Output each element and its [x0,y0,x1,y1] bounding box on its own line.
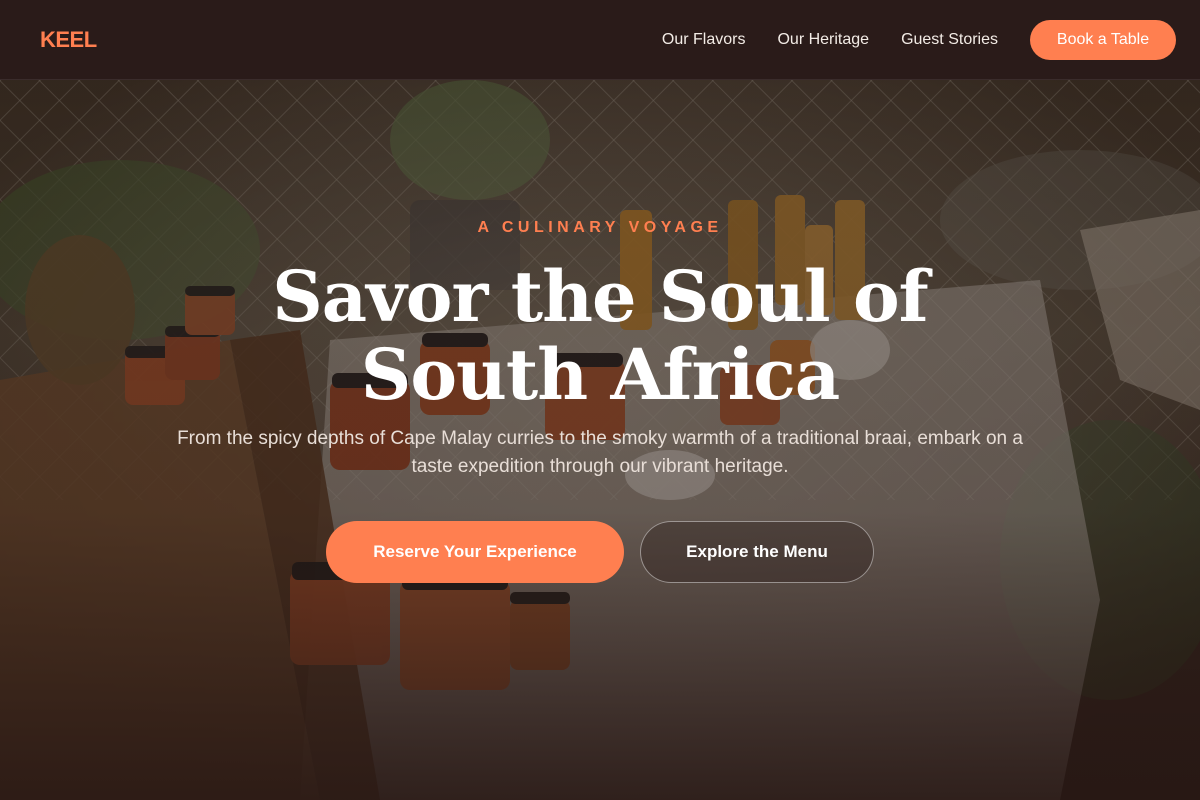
nav-link-our-flavors[interactable]: Our Flavors [662,31,746,49]
hero-headline: Savor the Soul of South Africa [272,255,929,416]
hero-eyebrow: A CULINARY VOYAGE [477,219,723,236]
hero-section: A CULINARY VOYAGE Savor the Soul of Sout… [0,80,1200,800]
hero-subtext: From the spicy depths of Cape Malay curr… [177,428,1023,477]
top-navbar: KEEL Our Flavors Our Heritage Guest Stor… [0,0,1200,80]
brand-logo[interactable]: KEEL [40,27,97,53]
nav-links: Our Flavors Our Heritage Guest Stories [662,31,998,49]
nav-link-our-heritage[interactable]: Our Heritage [777,31,869,49]
reserve-experience-button[interactable]: Reserve Your Experience [326,521,624,583]
nav-link-guest-stories[interactable]: Guest Stories [901,31,998,49]
explore-menu-button[interactable]: Explore the Menu [640,521,874,583]
book-table-button[interactable]: Book a Table [1030,20,1176,60]
